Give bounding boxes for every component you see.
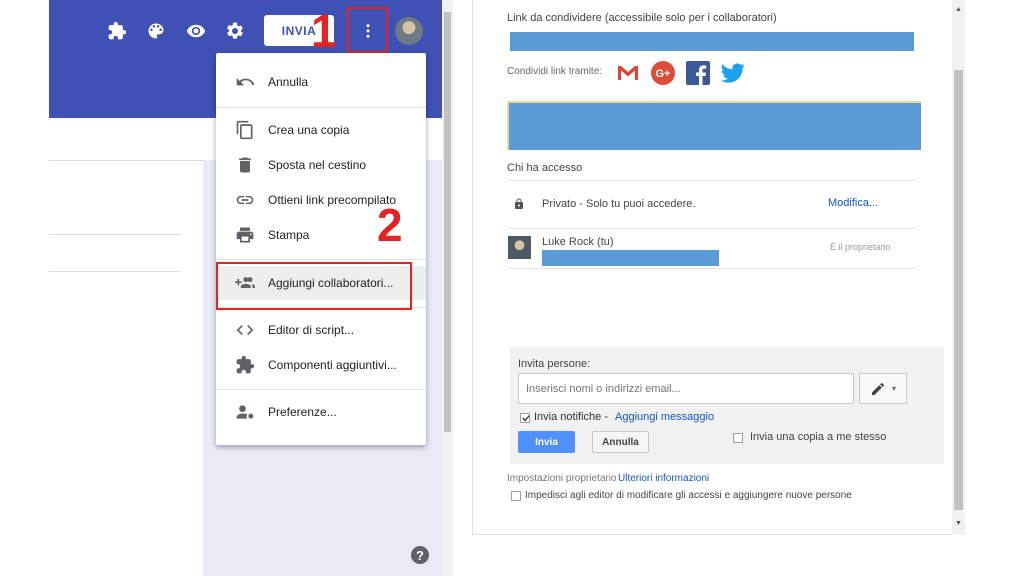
menu-item-label: Editor di script...	[268, 323, 355, 337]
menu-item-move-to-trash[interactable]: Sposta nel cestino	[216, 148, 426, 182]
divider	[49, 234, 181, 235]
menu-separator	[216, 107, 426, 108]
invite-cancel-button[interactable]: Annulla	[592, 431, 649, 453]
twitter-icon[interactable]	[721, 61, 745, 85]
pencil-icon	[871, 382, 884, 395]
divider	[49, 160, 203, 161]
invite-send-button[interactable]: Invia	[518, 431, 575, 453]
gmail-icon[interactable]	[616, 61, 640, 85]
divider	[49, 271, 181, 272]
forms-editor-panel: INVIA 1 ? Annulla Crea una copia Sposta …	[49, 0, 453, 576]
gear-icon[interactable]	[224, 20, 246, 42]
code-icon	[235, 320, 255, 340]
step1-highlight-box	[347, 7, 388, 53]
account-avatar[interactable]	[395, 17, 423, 45]
help-button[interactable]: ?	[411, 546, 429, 564]
menu-item-label: Preferenze...	[268, 405, 337, 419]
share-via-label: Condividi link tramite:	[507, 66, 603, 77]
undo-icon	[235, 72, 255, 92]
send-copy-checkbox[interactable]	[733, 433, 743, 443]
check-icon	[522, 415, 530, 422]
access-heading: Chi ha accesso	[507, 162, 583, 174]
step1-number: 1	[311, 5, 337, 57]
menu-item-preferences[interactable]: Preferenze...	[216, 395, 426, 429]
menu-separator	[216, 389, 426, 390]
google-plus-icon[interactable]: G+	[651, 61, 675, 85]
menu-item-label: Crea una copia	[268, 123, 350, 137]
menu-item-addons[interactable]: Componenti aggiuntivi...	[216, 348, 426, 382]
permission-dropdown[interactable]: ▾	[859, 373, 907, 404]
more-info-link[interactable]: Ulteriori informazioni	[618, 473, 709, 484]
invite-label: Invita persone:	[518, 358, 591, 370]
divider	[507, 180, 917, 181]
link-icon	[235, 190, 255, 210]
menu-item-make-copy[interactable]: Crea una copia	[216, 113, 426, 147]
scrollbar-thumb[interactable]	[954, 70, 963, 510]
scrollbar-thumb[interactable]	[444, 12, 451, 432]
share-link-field-redacted[interactable]	[510, 32, 914, 51]
privacy-status-text: Privato - Solo tu puoi accedere.	[542, 198, 696, 210]
divider	[507, 268, 917, 269]
invite-people-section: Invita persone: ▾ Invia notifiche - Aggi…	[510, 347, 944, 464]
palette-icon[interactable]	[145, 20, 167, 42]
menu-separator	[216, 259, 426, 260]
dropdown-arrow-icon: ▾	[891, 384, 896, 393]
notify-label: Invia notifiche -	[534, 411, 608, 423]
menu-item-label: Componenti aggiuntivi...	[268, 358, 397, 372]
facebook-icon[interactable]	[686, 61, 710, 85]
menu-item-label: Stampa	[268, 228, 310, 242]
copy-icon	[235, 120, 255, 140]
scroll-down-arrow-icon[interactable]: ▼	[955, 520, 962, 527]
lock-icon	[512, 197, 526, 211]
owner-email-redacted	[542, 250, 719, 266]
owner-role-label: È il proprietario	[830, 242, 891, 252]
print-icon	[235, 225, 255, 245]
owner-settings-label: Impostazioni proprietario	[507, 473, 617, 484]
puzzle-icon	[235, 355, 255, 375]
trash-icon	[235, 155, 255, 175]
notify-checkbox[interactable]	[520, 413, 530, 423]
share-link-label: Link da condividere (accessibile solo pe…	[507, 12, 777, 24]
share-dialog: Link da condividere (accessibile solo pe…	[472, 0, 965, 535]
share-embed-field-redacted[interactable]	[507, 101, 921, 150]
addons-puzzle-icon[interactable]	[106, 20, 128, 42]
scroll-up-arrow-icon[interactable]: ▲	[955, 6, 962, 13]
menu-item-label: Annulla	[268, 75, 309, 89]
step2-highlight-box	[216, 262, 412, 310]
owner-name: Luke Rock (tu)	[542, 236, 614, 248]
prevent-editors-checkbox[interactable]	[511, 491, 521, 501]
menu-item-label: Sposta nel cestino	[268, 158, 367, 172]
step2-number: 2	[377, 199, 403, 251]
dialog-scrollbar[interactable]: ▲ ▼	[952, 0, 965, 535]
menu-item-undo[interactable]: Annulla	[216, 65, 426, 99]
eye-icon[interactable]	[185, 20, 207, 42]
person-settings-icon	[235, 402, 255, 422]
modify-access-link[interactable]: Modifica...	[828, 197, 878, 209]
owner-avatar	[508, 236, 531, 259]
svg-text:G+: G+	[656, 68, 671, 80]
editor-scrollbar[interactable]	[442, 0, 453, 576]
prevent-editors-label: Impedisci agli editor di modificare gli …	[525, 490, 852, 501]
menu-item-script-editor[interactable]: Editor di script...	[216, 313, 426, 347]
invite-email-input[interactable]	[518, 373, 854, 404]
send-copy-label: Invia una copia a me stesso	[750, 431, 887, 443]
add-message-link[interactable]: Aggiungi messaggio	[615, 411, 714, 423]
divider	[507, 228, 917, 229]
